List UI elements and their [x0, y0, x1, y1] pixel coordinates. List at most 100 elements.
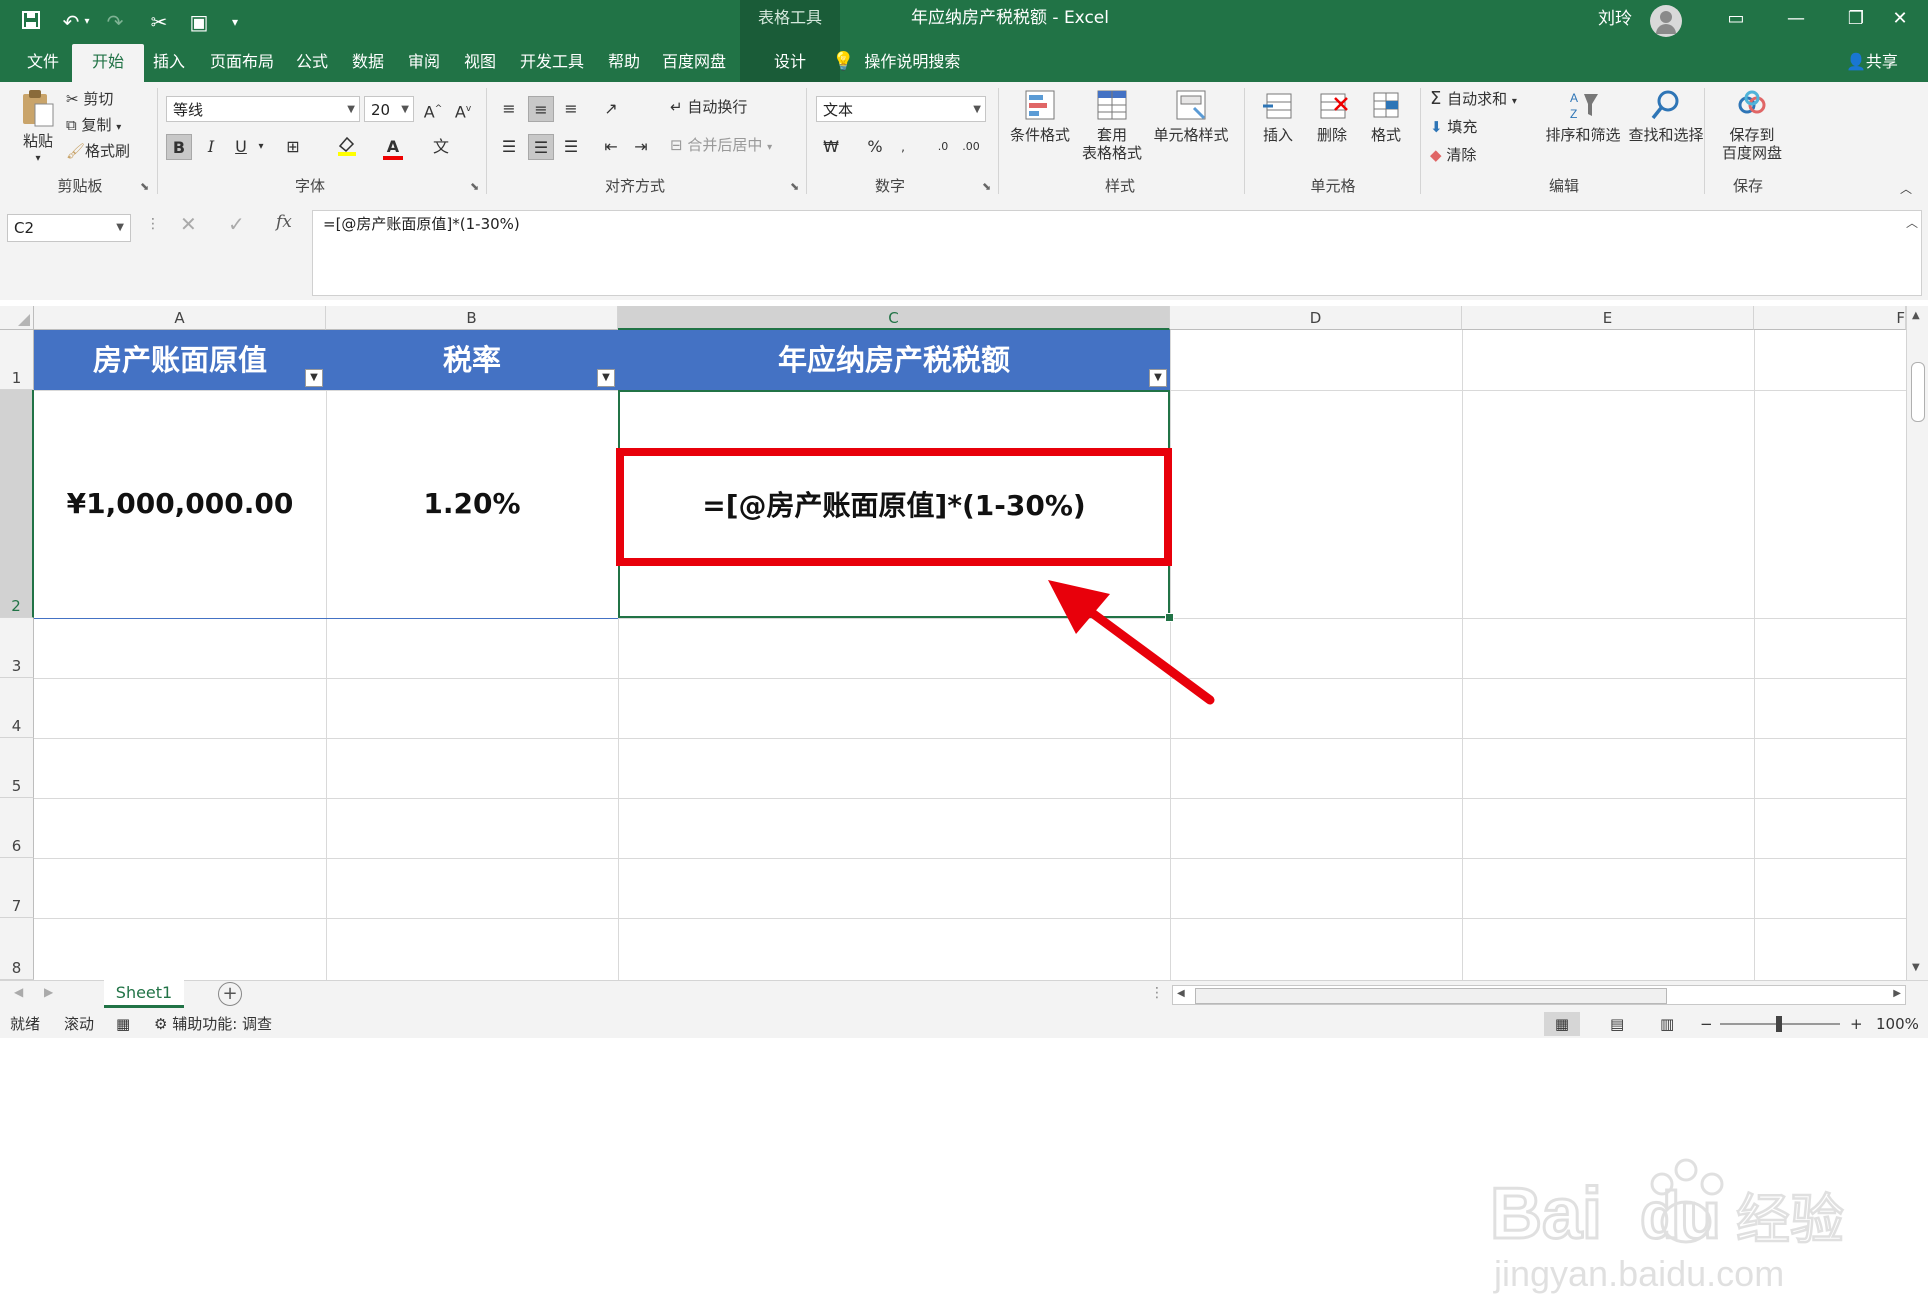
font-color-icon[interactable]: A [380, 134, 406, 160]
percent-style-button[interactable]: % [862, 134, 888, 160]
insert-cells-button[interactable]: 插入 [1252, 88, 1304, 144]
tab-home[interactable]: 开始 [72, 44, 144, 82]
sort-filter-button[interactable]: AZ 排序和筛选 [1540, 88, 1626, 144]
tab-file[interactable]: 文件 [12, 44, 74, 82]
number-format-combo[interactable]: 文本 ▼ [816, 96, 986, 122]
align-bottom-icon[interactable]: ≡ [558, 96, 584, 122]
merge-dropdown-icon[interactable]: ▾ [767, 142, 772, 153]
autosum-dropdown-icon[interactable]: ▾ [1512, 96, 1517, 107]
screenshot-icon[interactable]: ▣ [184, 7, 214, 37]
accounting-format-icon[interactable]: ₩ [818, 134, 844, 160]
confirm-entry-icon[interactable]: ✓ [228, 212, 245, 236]
page-layout-view-icon[interactable]: ▤ [1610, 1010, 1624, 1038]
tab-view[interactable]: 视图 [452, 44, 508, 82]
sheet-tab-sheet1[interactable]: Sheet1 [104, 980, 184, 1008]
italic-button[interactable]: I [198, 134, 224, 160]
chevron-down-icon[interactable]: ▼ [116, 215, 124, 241]
share-button[interactable]: 👤共享 [1846, 44, 1898, 82]
column-header-a[interactable]: A [34, 306, 326, 330]
wrap-text-button[interactable]: ↵ 自动换行 [670, 96, 747, 118]
decrease-indent-icon[interactable]: ⇤ [598, 134, 624, 160]
find-select-button[interactable]: 查找和选择 [1626, 88, 1706, 144]
zoom-slider-thumb[interactable] [1776, 1016, 1782, 1032]
fill-button[interactable]: ⬇ 填充 [1430, 116, 1477, 138]
customize-toolbar-icon[interactable]: ▾ [220, 7, 250, 37]
filter-dropdown-icon[interactable]: ▼ [1149, 369, 1167, 387]
tab-help[interactable]: 帮助 [596, 44, 652, 82]
align-middle-icon[interactable]: ≡ [528, 96, 554, 122]
scrollbar-thumb[interactable] [1195, 988, 1667, 1004]
page-break-view-icon[interactable]: ▥ [1660, 1010, 1674, 1038]
align-right-icon[interactable]: ☰ [558, 134, 584, 160]
next-sheet-icon[interactable]: ▶ [44, 985, 53, 999]
tab-split-handle-icon[interactable]: ⋮ [1150, 985, 1164, 1001]
tab-design[interactable]: 设计 [740, 44, 840, 82]
table-header-cell[interactable]: 房产账面原值 ▼ [34, 330, 326, 390]
paste-dropdown-icon[interactable]: ▾ [14, 150, 62, 168]
zoom-level[interactable]: 100% [1876, 1010, 1919, 1038]
align-top-icon[interactable]: ≡ [496, 96, 522, 122]
table-header-cell[interactable]: 年应纳房产税税额 ▼ [618, 330, 1170, 390]
cancel-entry-icon[interactable]: ✕ [180, 212, 197, 236]
normal-view-icon[interactable]: ▦ [1544, 1012, 1580, 1036]
user-name[interactable]: 刘玲 [1598, 0, 1632, 38]
table-header-cell[interactable]: 税率 ▼ [326, 330, 618, 390]
paste-button[interactable]: 粘贴 ▾ [14, 88, 62, 168]
format-cells-button[interactable]: 格式 [1360, 88, 1412, 144]
filter-dropdown-icon[interactable]: ▼ [597, 369, 615, 387]
row-header-1[interactable]: 1 [0, 330, 34, 390]
prev-sheet-icon[interactable]: ◀ [14, 985, 23, 999]
ribbon-display-options-icon[interactable]: ▭ [1706, 0, 1766, 40]
number-launcher-icon[interactable]: ⬊ [982, 180, 991, 193]
bold-button[interactable]: B [166, 134, 192, 160]
cell-styles-button[interactable]: 单元格样式 [1148, 88, 1234, 144]
insert-function-icon[interactable]: fx [276, 212, 292, 232]
zoom-out-icon[interactable]: − [1700, 1010, 1713, 1038]
alignment-launcher-icon[interactable]: ⬊ [790, 180, 799, 193]
table-cell[interactable]: 1.20% [326, 390, 618, 618]
row-header-6[interactable]: 6 [0, 798, 34, 858]
column-header-d[interactable]: D [1170, 306, 1462, 330]
tab-insert[interactable]: 插入 [138, 44, 200, 82]
row-header-7[interactable]: 7 [0, 858, 34, 918]
grow-font-icon[interactable]: A^ [420, 96, 446, 122]
comma-style-icon[interactable]: , [890, 134, 916, 160]
add-sheet-icon[interactable]: + [218, 982, 242, 1006]
row-header-2[interactable]: 2 [0, 390, 34, 618]
tell-me-search[interactable]: 💡 操作说明搜索 [832, 44, 960, 82]
minimize-icon[interactable]: — [1766, 0, 1826, 40]
copy-dropdown-icon[interactable]: ▾ [116, 122, 121, 133]
underline-dropdown-icon[interactable]: ▾ [254, 134, 268, 160]
worksheet-grid[interactable]: A B C D E F 1 2 3 4 5 6 7 8 房产账面原值 ▼ 税率 … [0, 306, 1928, 1294]
macro-record-icon[interactable]: ▦ [116, 1010, 130, 1038]
formula-input[interactable]: =[@房产账面原值]*(1-30%) [312, 210, 1922, 296]
underline-button[interactable]: U [228, 134, 254, 160]
tab-formulas[interactable]: 公式 [284, 44, 340, 82]
close-icon[interactable]: ✕ [1870, 0, 1928, 40]
clear-button[interactable]: ◆ 清除 [1430, 144, 1476, 166]
horizontal-scrollbar[interactable]: ◀ ▶ [1172, 985, 1906, 1005]
phonetic-guide-icon[interactable]: 文 [428, 134, 454, 160]
format-as-table-button[interactable]: 套用 表格格式 [1076, 88, 1148, 162]
vertical-scrollbar[interactable]: ▲ ▼ [1906, 306, 1928, 980]
shrink-font-icon[interactable]: Av [450, 96, 476, 122]
cut-icon[interactable]: ✂ [144, 7, 174, 37]
column-header-c[interactable]: C [618, 306, 1170, 330]
row-header-8[interactable]: 8 [0, 918, 34, 980]
decrease-decimal-icon[interactable]: .00 [958, 134, 984, 160]
scroll-right-icon[interactable]: ▶ [1893, 988, 1901, 999]
borders-icon[interactable]: ⊞ [280, 134, 306, 160]
zoom-slider[interactable] [1720, 1016, 1840, 1032]
cut-button[interactable]: ✂ 剪切 [66, 88, 113, 110]
increase-indent-icon[interactable]: ⇥ [628, 134, 654, 160]
tab-page-layout[interactable]: 页面布局 [196, 44, 288, 82]
conditional-formatting-button[interactable]: 条件格式 [1006, 88, 1074, 144]
delete-cells-button[interactable]: 删除 [1306, 88, 1358, 144]
align-center-icon[interactable]: ☰ [528, 134, 554, 160]
row-header-3[interactable]: 3 [0, 618, 34, 678]
tab-data[interactable]: 数据 [340, 44, 396, 82]
scrollbar-thumb[interactable] [1911, 362, 1925, 422]
tab-review[interactable]: 审阅 [396, 44, 452, 82]
column-header-e[interactable]: E [1462, 306, 1754, 330]
orientation-icon[interactable]: ↗ [598, 96, 624, 122]
